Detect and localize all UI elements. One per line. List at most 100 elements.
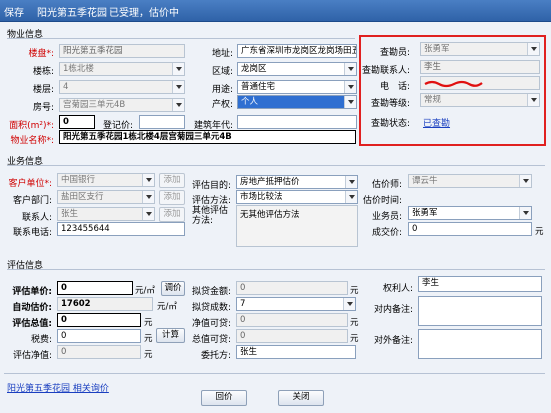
total-value-field[interactable]: 0 [57, 313, 141, 327]
plate-label: 楼盘*: [28, 49, 54, 59]
floor-select[interactable]: 4 [59, 80, 185, 94]
appraise-time-field[interactable] [408, 190, 532, 204]
ownership-select[interactable]: 个人 [237, 95, 357, 109]
area-label: 面积(m²)*: [9, 121, 54, 131]
auto-price-field[interactable]: 17602 [57, 297, 153, 311]
property-name-field[interactable]: 阳光第五季花园1栋北楼4层宫菊园三单元4B [59, 130, 356, 144]
appraiser-label: 估价师: [371, 180, 402, 190]
loan-amount-label: 拟贷金额: [191, 287, 231, 297]
internal-note-field[interactable] [418, 296, 542, 326]
method-select[interactable]: 市场比较法 [236, 190, 358, 204]
external-note-field[interactable] [418, 329, 542, 359]
chevron-down-icon [345, 176, 357, 188]
delegate-field[interactable]: 张生 [236, 345, 356, 359]
add-contact-button[interactable]: 添加 [159, 207, 185, 222]
tax-label: 税费: [30, 335, 52, 345]
survey-contact-field[interactable]: 李生 [420, 60, 540, 74]
survey-phone-field[interactable] [420, 76, 540, 90]
chevron-down-icon [142, 191, 154, 203]
floor-label: 楼层: [32, 85, 54, 95]
related-inquiry-link[interactable]: 阳光第五季花园 相关询价 [7, 381, 109, 394]
redacted-scribble [424, 80, 483, 88]
contact-phone-field[interactable]: 123455644 [57, 222, 185, 236]
chevron-down-icon [343, 298, 355, 310]
tax-unit: 元 [144, 334, 153, 344]
loan-ratio-select[interactable]: 7 [236, 297, 356, 311]
loan-amount-unit: 元 [350, 286, 359, 296]
net-value-field[interactable]: 0 [57, 345, 141, 359]
adjust-price-button[interactable]: 调价 [161, 281, 185, 296]
build-year-field[interactable] [237, 115, 357, 129]
chevron-down-icon [519, 175, 531, 187]
chevron-down-icon [142, 174, 154, 186]
deal-price-unit: 元 [535, 227, 544, 237]
usage-label: 用途: [211, 85, 233, 95]
appraiser-select[interactable]: 谭云牛 [408, 174, 532, 188]
title-property-name: 阳光第五季花园 [37, 8, 107, 19]
room-select[interactable]: 宫菊园三单元4B [59, 98, 185, 112]
add-dept-button[interactable]: 添加 [159, 190, 185, 205]
purpose-label: 评估目的: [191, 181, 231, 191]
reply-price-button[interactable]: 回价 [201, 390, 247, 406]
total-loan-unit: 元 [350, 334, 359, 344]
survey-level-select[interactable]: 常规 [420, 93, 540, 107]
building-select[interactable]: 1栋北楼 [59, 62, 185, 76]
contact-select[interactable]: 张生 [57, 207, 155, 221]
owner-field[interactable]: 李生 [418, 276, 542, 292]
owner-label: 权利人: [382, 284, 413, 294]
close-button[interactable]: 关闭 [278, 390, 324, 406]
purpose-select[interactable]: 房地产抵押估价 [236, 175, 358, 189]
survey-contact-label: 查勘联系人: [361, 66, 410, 76]
build-year-label: 建筑年代: [193, 121, 233, 131]
plate-field[interactable]: 阳光第五季花园 [59, 44, 185, 58]
chevron-down-icon [344, 63, 356, 75]
district-select[interactable]: 龙岗区 [237, 62, 357, 76]
other-method-field[interactable]: 无其他评估方法 [236, 205, 358, 247]
chevron-down-icon [344, 96, 356, 108]
deal-price-field[interactable]: 0 [408, 222, 532, 236]
building-label: 楼栋: [32, 67, 54, 77]
total-value-label: 评估总值: [12, 319, 52, 329]
client-label: 客户单位*: [8, 179, 52, 189]
divider [7, 269, 545, 270]
chevron-down-icon [519, 207, 531, 219]
auto-price-label: 自动估价: [12, 303, 52, 313]
divider [7, 165, 545, 166]
tax-field[interactable]: 0 [57, 329, 141, 343]
area-field[interactable]: 0 [59, 115, 95, 129]
chevron-down-icon [172, 63, 184, 75]
surveyor-select[interactable]: 张勇军 [420, 42, 540, 56]
net-loan-label: 净值可贷: [191, 319, 231, 329]
unit-price-unit: 元/㎡ [135, 286, 155, 296]
loan-amount-field[interactable]: 0 [236, 281, 348, 295]
survey-status-link[interactable]: 已查勘 [423, 116, 450, 129]
dept-select[interactable]: 盐田区支行 [57, 190, 155, 204]
net-loan-field[interactable]: 0 [236, 313, 348, 327]
contact-label: 联系人: [21, 213, 52, 223]
calc-button[interactable]: 计算 [156, 328, 185, 343]
property-name-label: 物业名称*: [10, 136, 54, 146]
external-note-label: 对外备注: [373, 336, 413, 346]
address-field[interactable]: 广东省深圳市龙岗区龙岗场田五和 [237, 44, 357, 58]
total-loan-field[interactable]: 0 [236, 329, 348, 343]
register-price-field[interactable] [139, 115, 185, 129]
chevron-down-icon [344, 81, 356, 93]
add-client-button[interactable]: 添加 [159, 173, 185, 188]
auto-price-unit: 元/㎡ [157, 302, 177, 312]
internal-note-label: 对内备注: [373, 305, 413, 315]
salesman-label: 业务员: [371, 212, 402, 222]
save-button[interactable]: 保存 [4, 4, 24, 19]
chevron-down-icon [172, 81, 184, 93]
net-loan-unit: 元 [350, 318, 359, 328]
dept-label: 客户部门: [12, 196, 52, 206]
ownership-label: 产权: [211, 100, 233, 110]
client-select[interactable]: 中国银行 [57, 173, 155, 187]
net-value-label: 评估净值: [12, 351, 52, 361]
total-loan-label: 总值可贷: [191, 335, 231, 345]
surveyor-label: 查勘员: [379, 48, 410, 58]
usage-select[interactable]: 普通住宅 [237, 80, 357, 94]
salesman-select[interactable]: 张勇军 [408, 206, 532, 220]
unit-price-field[interactable]: 0 [57, 281, 133, 295]
survey-phone-label: 电 话: [379, 82, 410, 92]
net-value-unit: 元 [144, 350, 153, 360]
